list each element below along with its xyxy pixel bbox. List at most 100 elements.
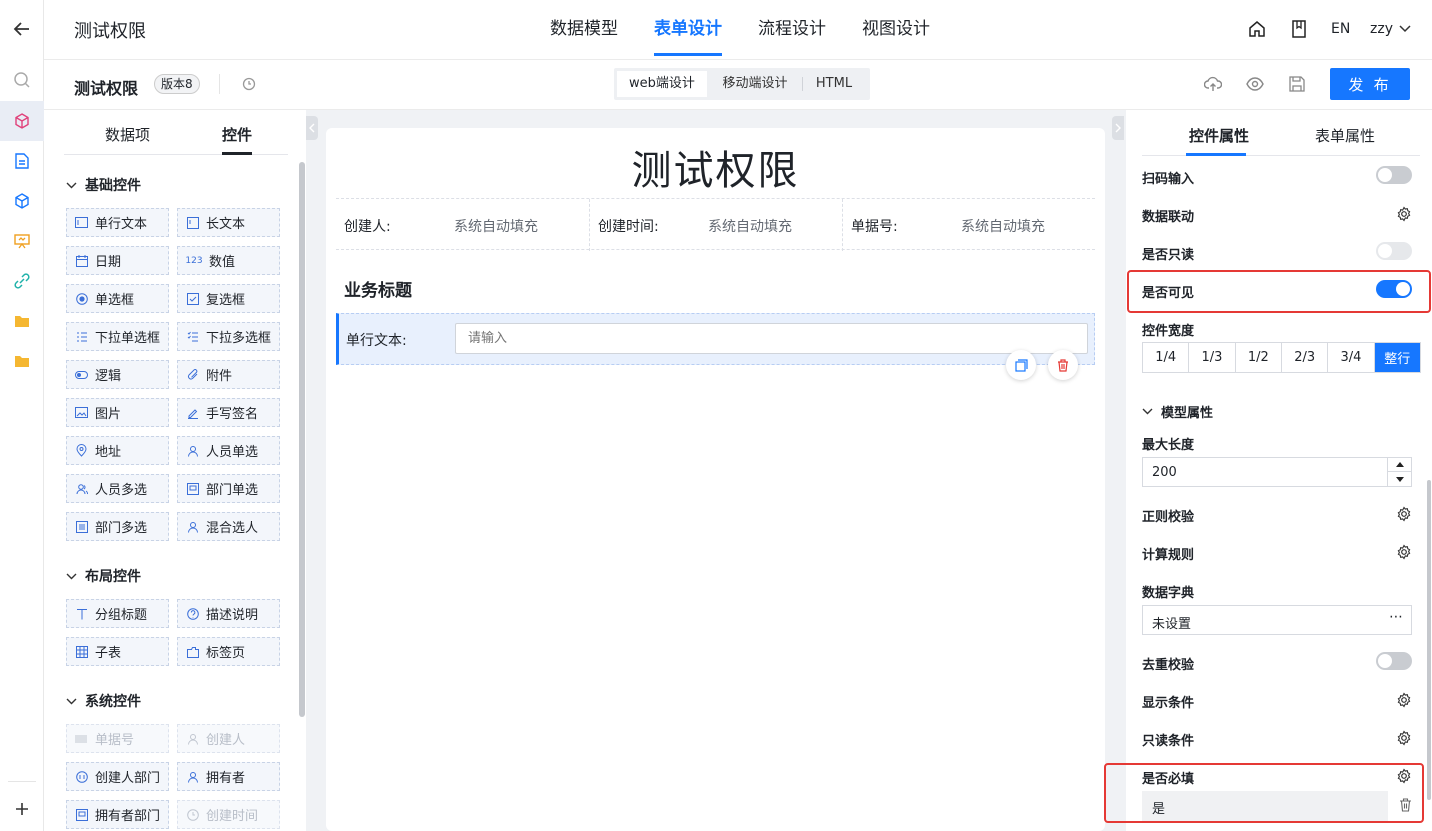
tab-data-items[interactable]: 数据项 [105, 124, 150, 145]
control-dropdown-single[interactable]: 下拉单选框 [66, 322, 169, 351]
cloud-upload-icon[interactable] [1203, 76, 1223, 96]
width-option[interactable]: 1/2 [1236, 343, 1282, 372]
control-single-text[interactable]: 单行文本 [66, 208, 169, 237]
control-address[interactable]: 地址 [66, 436, 169, 465]
tab-view-design[interactable]: 视图设计 [862, 0, 930, 56]
tab-controls[interactable]: 控件 [222, 124, 252, 145]
link-icon[interactable] [0, 261, 44, 301]
control-user-multi[interactable]: 人员多选 [66, 474, 169, 503]
increment-button[interactable] [1388, 458, 1412, 472]
control-signature[interactable]: 手写签名 [177, 398, 280, 427]
tab-flow-design[interactable]: 流程设计 [758, 0, 826, 56]
gear-icon[interactable] [1396, 692, 1412, 708]
control-owner-dept[interactable]: 拥有者部门 [66, 800, 169, 829]
control-long-text[interactable]: 长文本 [177, 208, 280, 237]
gear-icon[interactable] [1396, 730, 1412, 746]
control-number[interactable]: 123 数值 [177, 246, 280, 275]
control-subtable[interactable]: 子表 [66, 637, 169, 666]
gear-icon[interactable] [1396, 506, 1412, 522]
control-group-title[interactable]: 分组标题 [66, 599, 169, 628]
gear-icon[interactable] [1396, 544, 1412, 560]
collapse-right-handle[interactable] [1112, 116, 1124, 140]
control-label: 日期 [95, 255, 122, 270]
model-section-header[interactable]: 模型属性 [1142, 402, 1213, 421]
control-owner[interactable]: 拥有者 [177, 762, 280, 791]
control-attachment[interactable]: 附件 [177, 360, 280, 389]
section-system[interactable]: 系统控件 [66, 691, 141, 711]
visible-toggle[interactable] [1376, 280, 1412, 298]
section-layout[interactable]: 布局控件 [66, 566, 141, 586]
mode-mobile[interactable]: 移动端设计 [710, 71, 800, 97]
trash-icon[interactable] [1399, 798, 1412, 816]
control-checkbox[interactable]: 复选框 [177, 284, 280, 313]
form-title[interactable]: 测试权限 [326, 138, 1105, 196]
control-dept-single[interactable]: 部门单选 [177, 474, 280, 503]
history-icon[interactable] [241, 76, 257, 96]
folder-icon[interactable] [0, 301, 44, 341]
user-menu[interactable]: zzy [1370, 21, 1411, 37]
readonly-toggle[interactable] [1376, 242, 1412, 260]
width-option[interactable]: 2/3 [1282, 343, 1329, 372]
presentation-icon[interactable] [0, 221, 44, 261]
version-badge[interactable]: 版本8 [154, 74, 200, 94]
width-option-selected[interactable]: 整行 [1374, 343, 1420, 372]
checkbox-icon [186, 292, 199, 305]
collapse-left-handle[interactable] [306, 116, 318, 140]
required-rule-value[interactable]: 是 [1142, 791, 1388, 821]
dictionary-select[interactable]: 未设置 ⋯ [1142, 605, 1412, 635]
list-icon [75, 330, 88, 343]
section-title[interactable]: 业务标题 [344, 276, 412, 301]
control-tabs[interactable]: 标签页 [177, 637, 280, 666]
single-text-input[interactable] [455, 323, 1088, 354]
section-basic[interactable]: 基础控件 [66, 175, 141, 195]
home-icon[interactable] [1248, 20, 1266, 42]
data-linkage-label: 数据联动 [1142, 210, 1195, 225]
control-mixed-picker[interactable]: 混合选人 [177, 512, 280, 541]
publish-button[interactable]: 发 布 [1330, 68, 1410, 100]
width-selector: 1/4 1/3 1/2 2/3 3/4 整行 [1142, 342, 1421, 373]
tab-data-model[interactable]: 数据模型 [550, 0, 618, 56]
more-icon: ⋯ [1389, 609, 1403, 625]
scan-input-toggle[interactable] [1376, 166, 1412, 184]
decrement-button[interactable] [1388, 472, 1412, 486]
control-radio[interactable]: 单选框 [66, 284, 169, 313]
control-label: 手写签名 [206, 407, 259, 422]
control-user-single[interactable]: 人员单选 [177, 436, 280, 465]
control-logic[interactable]: 逻辑 [66, 360, 169, 389]
selected-field[interactable]: 单行文本: [336, 313, 1095, 365]
save-icon[interactable] [1289, 76, 1305, 96]
scrollbar[interactable] [1427, 480, 1431, 800]
cube-icon[interactable] [0, 101, 44, 141]
tab-control-props[interactable]: 控件属性 [1189, 125, 1249, 146]
mode-web[interactable]: web端设计 [617, 71, 707, 97]
book-icon[interactable] [1291, 20, 1307, 42]
document-icon[interactable] [0, 141, 44, 181]
design-mode-switch: web端设计 移动端设计 HTML [614, 68, 870, 100]
max-length-input[interactable]: 200 [1142, 457, 1412, 487]
control-creator-dept[interactable]: 创建人部门 [66, 762, 169, 791]
box-icon[interactable] [0, 181, 44, 221]
width-option[interactable]: 3/4 [1328, 343, 1375, 372]
search-icon[interactable] [0, 60, 44, 100]
control-description[interactable]: 描述说明 [177, 599, 280, 628]
control-dept-multi[interactable]: 部门多选 [66, 512, 169, 541]
tab-form-props[interactable]: 表单属性 [1315, 125, 1375, 146]
delete-field-button[interactable] [1048, 350, 1078, 380]
plus-icon[interactable] [0, 789, 44, 829]
gear-icon[interactable] [1396, 206, 1412, 222]
language-switch[interactable]: EN [1331, 21, 1350, 37]
mode-html[interactable]: HTML [804, 71, 864, 97]
folder-icon[interactable] [0, 341, 44, 381]
scrollbar[interactable] [299, 162, 305, 717]
control-image[interactable]: 图片 [66, 398, 169, 427]
tab-form-design[interactable]: 表单设计 [654, 0, 722, 56]
dedupe-toggle[interactable] [1376, 652, 1412, 670]
gear-icon[interactable] [1396, 768, 1412, 784]
copy-field-button[interactable] [1006, 350, 1036, 380]
width-option[interactable]: 1/3 [1189, 343, 1236, 372]
back-arrow-icon[interactable] [0, 9, 44, 49]
control-dropdown-multi[interactable]: 下拉多选框 [177, 322, 280, 351]
width-option[interactable]: 1/4 [1143, 343, 1190, 372]
preview-eye-icon[interactable] [1246, 77, 1264, 95]
control-date[interactable]: 日期 [66, 246, 169, 275]
